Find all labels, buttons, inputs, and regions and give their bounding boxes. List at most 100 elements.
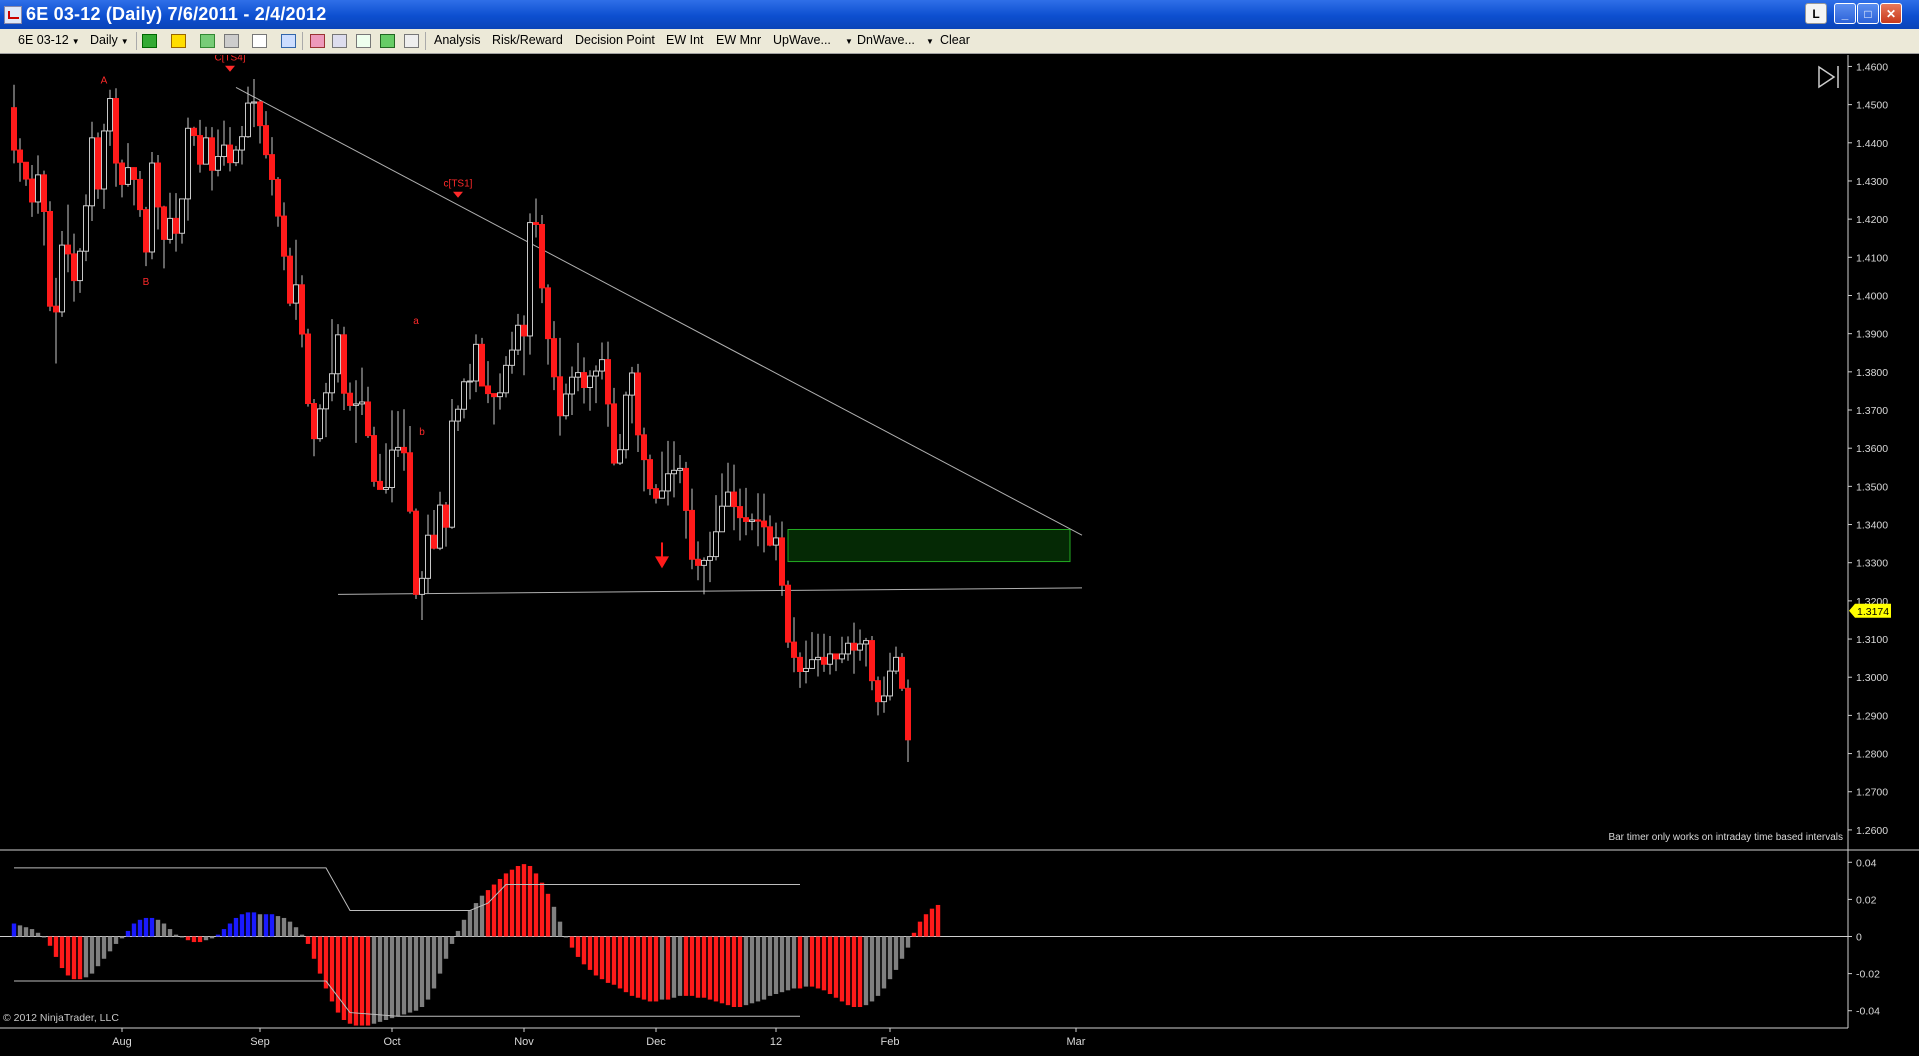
oscillator-bar bbox=[791, 936, 797, 989]
oscillator-bar bbox=[707, 936, 713, 1000]
analysis-button[interactable]: Analysis bbox=[434, 33, 481, 47]
panel-icon[interactable] bbox=[404, 34, 419, 48]
oscillator-bar bbox=[191, 936, 197, 943]
price-tick-label: 1.4400 bbox=[1856, 138, 1888, 150]
oscillator-panel bbox=[0, 864, 1848, 1026]
link-button[interactable]: L bbox=[1805, 3, 1827, 24]
cursor-icon[interactable] bbox=[252, 34, 267, 48]
candle-body bbox=[755, 519, 761, 522]
data-box-icon[interactable] bbox=[310, 34, 325, 48]
candle bbox=[389, 410, 395, 503]
candle-body bbox=[125, 167, 131, 185]
candle bbox=[161, 205, 167, 269]
price-tick-label: 1.3400 bbox=[1856, 520, 1888, 532]
chevron-down-icon[interactable]: ▼ bbox=[845, 37, 853, 46]
oscillator-bar bbox=[527, 865, 533, 937]
candle-body bbox=[809, 659, 815, 669]
candle bbox=[587, 370, 593, 411]
price-tick-label: 1.3500 bbox=[1856, 481, 1888, 493]
oscillator-bar bbox=[431, 936, 437, 989]
candle bbox=[23, 161, 29, 186]
oscillator-bar bbox=[767, 936, 773, 996]
add-indicator-icon[interactable] bbox=[200, 34, 215, 48]
oscillator-bar bbox=[683, 936, 689, 996]
candle bbox=[851, 622, 857, 674]
target-zone bbox=[787, 528, 1071, 563]
candle bbox=[665, 440, 671, 506]
oscillator-bar bbox=[731, 936, 737, 1008]
oscillator-bar bbox=[533, 873, 539, 937]
oscillator-bar bbox=[641, 936, 647, 1000]
candle bbox=[383, 443, 389, 494]
decision-point-button[interactable]: Decision Point bbox=[575, 33, 655, 47]
candle bbox=[881, 676, 887, 713]
candle-body bbox=[725, 491, 731, 507]
bar-style-icon[interactable] bbox=[142, 34, 157, 48]
candle-body bbox=[95, 137, 101, 190]
trendline bbox=[337, 587, 1083, 595]
clear-button[interactable]: Clear bbox=[940, 33, 970, 47]
candle-body bbox=[305, 333, 311, 405]
chevron-down-icon[interactable]: ▼ bbox=[926, 37, 934, 46]
zoom-icon[interactable] bbox=[281, 34, 296, 48]
pencil-icon[interactable] bbox=[171, 34, 186, 48]
ew-mnr-button[interactable]: EW Mnr bbox=[716, 33, 761, 47]
candle-body bbox=[215, 156, 221, 171]
candle bbox=[863, 637, 869, 667]
oscillator-bar bbox=[287, 921, 293, 937]
instrument-selector[interactable]: 6E 03-12 ▼ bbox=[18, 33, 80, 47]
candle-body bbox=[851, 642, 857, 651]
candle bbox=[581, 357, 587, 404]
risk-reward-button[interactable]: Risk/Reward bbox=[492, 33, 563, 47]
candle bbox=[287, 247, 293, 307]
candle-body bbox=[287, 255, 293, 304]
oscillator-bar bbox=[551, 906, 557, 937]
candle bbox=[167, 192, 173, 244]
candle-body bbox=[185, 127, 191, 200]
oscillator-bar bbox=[827, 936, 833, 995]
candle-body bbox=[707, 556, 713, 561]
candle bbox=[341, 326, 347, 411]
maximize-icon[interactable]: □ bbox=[1857, 3, 1879, 24]
candle bbox=[299, 275, 305, 348]
candle-body bbox=[191, 127, 197, 137]
oscillator-bar bbox=[911, 932, 917, 937]
chart-area[interactable]: A B C[TS4] a b c[TS1] 1.4600 1.4500 1.4400 1.430… bbox=[0, 53, 1919, 1051]
candle bbox=[95, 132, 101, 199]
candle-body bbox=[473, 343, 479, 382]
candle bbox=[143, 206, 149, 267]
close-icon[interactable]: ✕ bbox=[1880, 3, 1902, 24]
oscillator-bar bbox=[263, 914, 269, 937]
dollar-icon[interactable] bbox=[380, 34, 395, 48]
chart-icon[interactable] bbox=[356, 34, 371, 48]
oscillator-bar bbox=[515, 865, 521, 937]
oscillator-bar bbox=[893, 936, 899, 970]
price-tick-label: 1.4000 bbox=[1856, 290, 1888, 302]
candle bbox=[689, 488, 695, 570]
ew-int-button[interactable]: EW Int bbox=[666, 33, 704, 47]
price-tick-label: 1.3600 bbox=[1856, 443, 1888, 455]
oscillator-bar bbox=[587, 936, 593, 970]
upwave-button[interactable]: UpWave... bbox=[773, 33, 831, 47]
strategy-icon[interactable] bbox=[224, 34, 239, 48]
play-icon[interactable] bbox=[1818, 65, 1839, 89]
date-tick-label: Aug bbox=[112, 1036, 132, 1048]
oscillator-bar bbox=[749, 936, 755, 1004]
price-chart[interactable]: A B C[TS4] a b c[TS1] 1.4600 1.4500 1.4400 1.430… bbox=[0, 53, 1919, 1051]
properties-icon[interactable] bbox=[332, 34, 347, 48]
minimize-icon[interactable]: _ bbox=[1834, 3, 1856, 24]
price-tick-label: 1.3000 bbox=[1856, 672, 1888, 684]
candle bbox=[539, 214, 545, 304]
oscillator-tick-label: -0.04 bbox=[1856, 1006, 1880, 1018]
candle bbox=[221, 120, 227, 166]
candle-body bbox=[281, 215, 287, 257]
candle bbox=[599, 342, 605, 380]
oscillator-bar bbox=[479, 895, 485, 937]
candle bbox=[827, 635, 833, 675]
oscillator-tick-label: 0.04 bbox=[1856, 857, 1877, 869]
candle bbox=[761, 493, 767, 553]
candle bbox=[905, 679, 911, 762]
dnwave-button[interactable]: DnWave... bbox=[857, 33, 915, 47]
interval-selector[interactable]: Daily ▼ bbox=[90, 33, 129, 47]
oscillator-bar bbox=[899, 936, 905, 959]
